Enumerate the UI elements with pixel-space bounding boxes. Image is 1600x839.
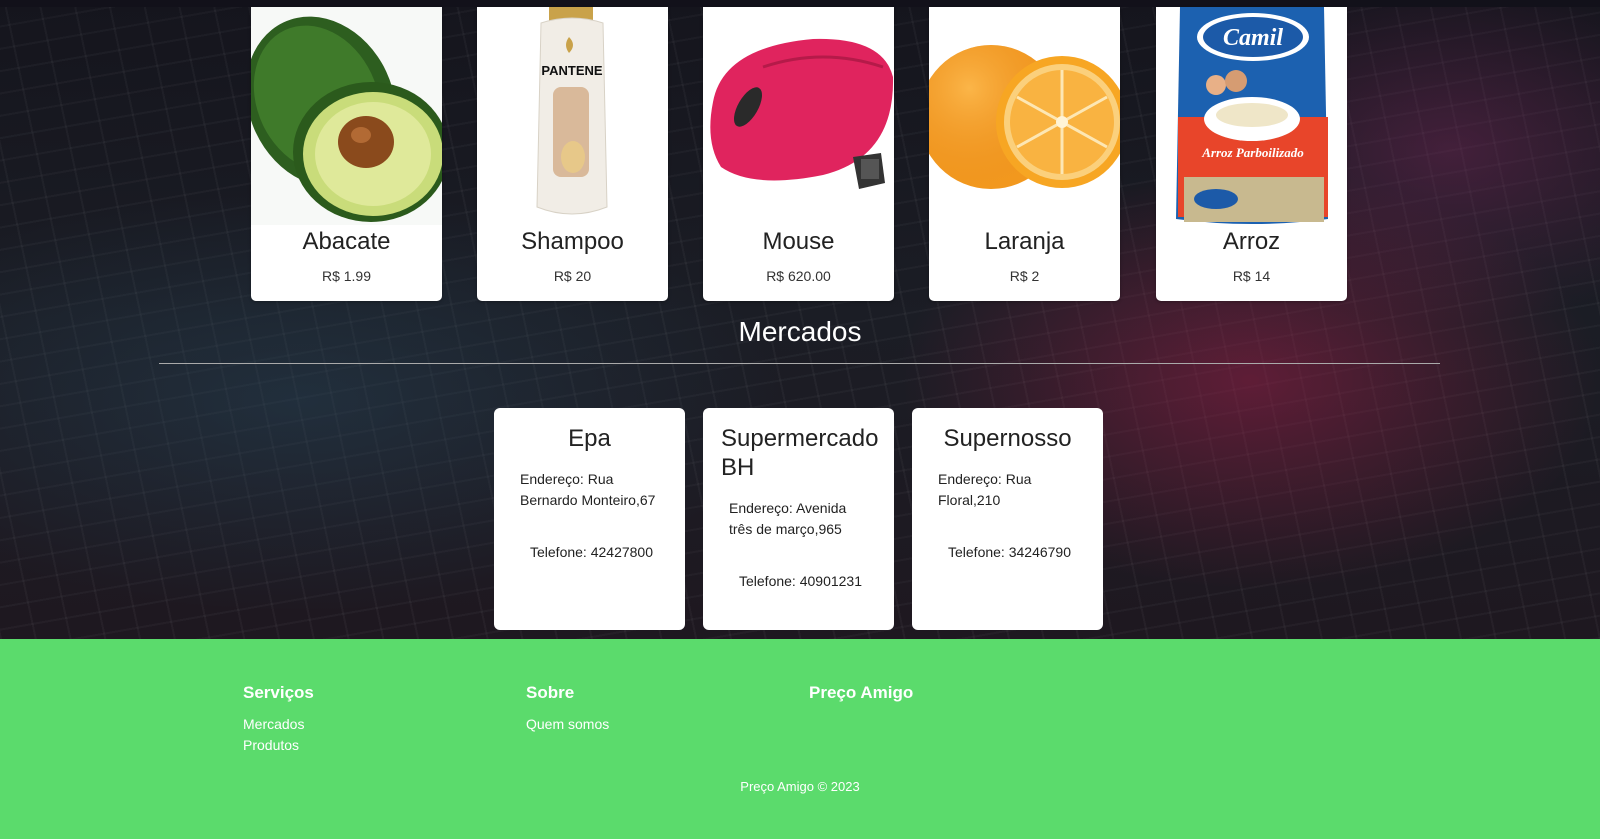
market-card-epa[interactable]: Epa Endereço: Rua Bernardo Monteiro,67 T… bbox=[494, 408, 685, 630]
rice-bag-icon: Camil Arroz Parboilizado bbox=[1156, 7, 1347, 225]
avocado-icon bbox=[251, 7, 442, 225]
footer-brand-heading: Preço Amigo bbox=[809, 683, 914, 702]
svg-text:PANTENE: PANTENE bbox=[541, 63, 602, 78]
footer-services-heading: Serviços bbox=[243, 683, 314, 702]
footer-about-heading: Sobre bbox=[526, 683, 575, 702]
orange-icon bbox=[929, 7, 1120, 225]
market-name: Supernosso bbox=[943, 425, 1072, 452]
footer-link-quem-somos[interactable]: Quem somos bbox=[526, 716, 609, 732]
mouse-icon bbox=[703, 7, 894, 225]
product-price: R$ 2 bbox=[1009, 268, 1040, 284]
market-address: Endereço: Avenida três de março,965 bbox=[729, 500, 847, 537]
product-price: R$ 14 bbox=[1232, 268, 1271, 284]
market-name: Supermercado BH bbox=[721, 425, 879, 481]
market-address: Endereço: Rua Floral,210 bbox=[938, 471, 1032, 508]
product-card-mouse[interactable]: Mouse R$ 620.00 bbox=[703, 7, 894, 301]
market-phone: Telefone: 40901231 bbox=[739, 573, 862, 589]
product-price: R$ 620.00 bbox=[766, 268, 831, 284]
product-name: Arroz bbox=[1222, 228, 1281, 255]
svg-text:Camil: Camil bbox=[1223, 25, 1283, 51]
product-card-abacate[interactable]: Abacate R$ 1.99 bbox=[251, 7, 442, 301]
svg-text:Arroz Parboilizado: Arroz Parboilizado bbox=[1201, 145, 1304, 160]
product-name: Mouse bbox=[762, 228, 835, 255]
product-name: Laranja bbox=[984, 228, 1065, 255]
footer-copyright: Preço Amigo © 2023 bbox=[740, 779, 860, 794]
product-name: Shampoo bbox=[521, 228, 624, 255]
shampoo-bottle-icon: PANTENE bbox=[477, 7, 668, 225]
market-card-supernosso[interactable]: Supernosso Endereço: Rua Floral,210 Tele… bbox=[912, 408, 1103, 630]
footer-link-mercados[interactable]: Mercados bbox=[243, 716, 304, 732]
product-card-shampoo[interactable]: PANTENE Shampoo R$ 20 bbox=[477, 7, 668, 301]
product-card-laranja[interactable]: Laranja R$ 2 bbox=[929, 7, 1120, 301]
footer-link-produtos[interactable]: Produtos bbox=[243, 737, 299, 753]
product-card-arroz[interactable]: Camil Arroz Parboilizado Arroz R$ 14 bbox=[1156, 7, 1347, 301]
product-name: Abacate bbox=[302, 228, 391, 255]
market-card-supermercado-bh[interactable]: Supermercado BH Endereço: Avenida três d… bbox=[703, 408, 894, 630]
section-divider bbox=[159, 363, 1440, 364]
market-phone: Telefone: 42427800 bbox=[530, 544, 653, 560]
product-price: R$ 20 bbox=[553, 268, 592, 284]
product-price: R$ 1.99 bbox=[321, 268, 372, 284]
market-phone: Telefone: 34246790 bbox=[948, 544, 1071, 560]
markets-section-title: Mercados bbox=[738, 316, 862, 347]
top-navbar-edge bbox=[0, 0, 1600, 7]
market-name: Epa bbox=[568, 425, 611, 452]
market-address: Endereço: Rua Bernardo Monteiro,67 bbox=[520, 471, 656, 508]
